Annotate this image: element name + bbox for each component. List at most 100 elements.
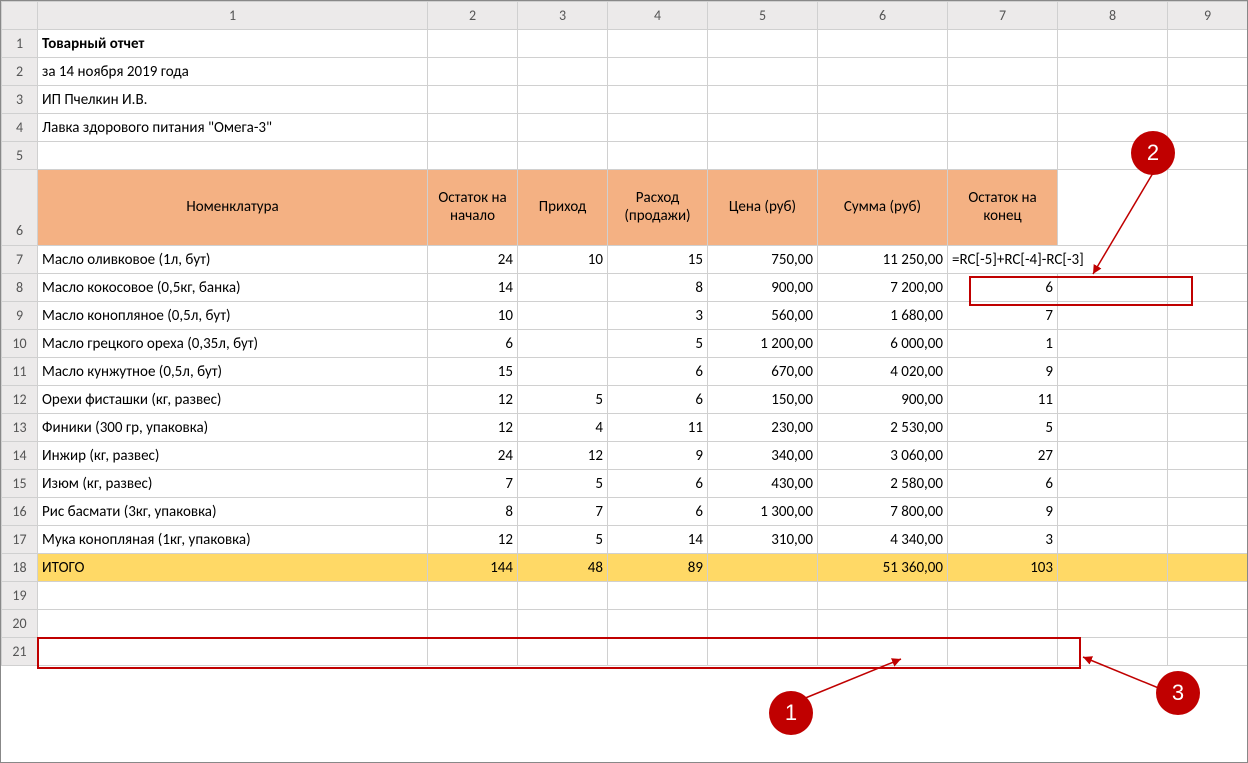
cell[interactable]	[948, 638, 1058, 666]
cell[interactable]: 9	[608, 442, 708, 470]
cell[interactable]: 6	[608, 358, 708, 386]
cell[interactable]: 15	[608, 246, 708, 274]
cell[interactable]: 1 200,00	[708, 330, 818, 358]
cell[interactable]	[1058, 610, 1168, 638]
cell[interactable]	[1168, 610, 1248, 638]
cell[interactable]: 900,00	[708, 274, 818, 302]
col-header[interactable]: 3	[518, 2, 608, 30]
cell[interactable]	[428, 142, 518, 170]
cell[interactable]: Масло оливковое (1л, бут)	[38, 246, 428, 274]
cell[interactable]	[1058, 498, 1168, 526]
row-header[interactable]: 17	[2, 526, 38, 554]
cell[interactable]	[1168, 142, 1248, 170]
cell[interactable]	[1168, 274, 1248, 302]
cell[interactable]	[1168, 114, 1248, 142]
cell[interactable]: 1 300,00	[708, 498, 818, 526]
cell[interactable]	[708, 142, 818, 170]
cell[interactable]: 5	[608, 330, 708, 358]
cell[interactable]	[1168, 246, 1248, 274]
cell[interactable]	[1058, 414, 1168, 442]
cell[interactable]: 7	[518, 498, 608, 526]
cell[interactable]	[38, 610, 428, 638]
cell[interactable]	[1168, 442, 1248, 470]
cell[interactable]: ИТОГО	[38, 554, 428, 582]
cell[interactable]	[1058, 442, 1168, 470]
cell[interactable]	[38, 638, 428, 666]
cell[interactable]: 103	[948, 554, 1058, 582]
cell[interactable]: 4 020,00	[818, 358, 948, 386]
row-header[interactable]: 4	[2, 114, 38, 142]
column-title[interactable]: Номенклатура	[38, 170, 428, 246]
cell[interactable]: =RC[-5]+RC[-4]-RC[-3]	[948, 246, 1168, 274]
cell[interactable]	[38, 142, 428, 170]
cell[interactable]: 3	[948, 526, 1058, 554]
cell[interactable]: 900,00	[818, 386, 948, 414]
cell[interactable]	[948, 114, 1058, 142]
cell[interactable]	[428, 86, 518, 114]
cell[interactable]: Масло конопляное (0,5л, бут)	[38, 302, 428, 330]
cell[interactable]	[948, 610, 1058, 638]
cell[interactable]	[708, 58, 818, 86]
cell[interactable]	[708, 30, 818, 58]
column-title[interactable]: Расход (продажи)	[608, 170, 708, 246]
cell[interactable]	[608, 114, 708, 142]
cell[interactable]: 12	[428, 386, 518, 414]
cell[interactable]	[708, 86, 818, 114]
cell[interactable]: 150,00	[708, 386, 818, 414]
cell[interactable]: 5	[518, 526, 608, 554]
cell[interactable]	[818, 30, 948, 58]
cell[interactable]	[818, 610, 948, 638]
cell[interactable]	[1058, 470, 1168, 498]
cell[interactable]	[1058, 170, 1168, 246]
cell[interactable]	[428, 30, 518, 58]
row-header[interactable]: 21	[2, 638, 38, 666]
row-header[interactable]: 19	[2, 582, 38, 610]
cell[interactable]	[818, 142, 948, 170]
cell[interactable]	[708, 638, 818, 666]
cell[interactable]	[1168, 638, 1248, 666]
cell[interactable]: 1	[948, 330, 1058, 358]
cell[interactable]: 15	[428, 358, 518, 386]
cell[interactable]	[1058, 386, 1168, 414]
cell[interactable]: Лавка здорового питания "Омега-3"	[38, 114, 428, 142]
cell[interactable]	[1058, 30, 1168, 58]
cell[interactable]	[818, 638, 948, 666]
cell[interactable]	[708, 554, 818, 582]
cell[interactable]	[818, 114, 948, 142]
cell[interactable]	[708, 610, 818, 638]
cell[interactable]: 10	[428, 302, 518, 330]
row-header[interactable]: 3	[2, 86, 38, 114]
cell[interactable]: Изюм (кг, развес)	[38, 470, 428, 498]
cell[interactable]	[948, 58, 1058, 86]
cell[interactable]	[428, 638, 518, 666]
cell[interactable]: 2 530,00	[818, 414, 948, 442]
cell[interactable]	[608, 610, 708, 638]
cell[interactable]	[1058, 58, 1168, 86]
cell[interactable]: 5	[518, 386, 608, 414]
cell[interactable]	[818, 582, 948, 610]
cell[interactable]: Мука конопляная (1кг, упаковка)	[38, 526, 428, 554]
row-header[interactable]: 12	[2, 386, 38, 414]
row-header[interactable]: 16	[2, 498, 38, 526]
cell[interactable]: 11 250,00	[818, 246, 948, 274]
cell[interactable]: 24	[428, 246, 518, 274]
cell[interactable]	[1168, 470, 1248, 498]
cell[interactable]: 4 340,00	[818, 526, 948, 554]
cell[interactable]: 5	[518, 470, 608, 498]
cell[interactable]	[518, 58, 608, 86]
cell[interactable]: 310,00	[708, 526, 818, 554]
cell[interactable]	[518, 274, 608, 302]
col-header[interactable]: 8	[1058, 2, 1168, 30]
corner-cell[interactable]	[2, 2, 38, 30]
cell[interactable]: 3 060,00	[818, 442, 948, 470]
row-header[interactable]: 18	[2, 554, 38, 582]
cell[interactable]: 7 200,00	[818, 274, 948, 302]
cell[interactable]: 6	[608, 498, 708, 526]
cell[interactable]	[1168, 386, 1248, 414]
cell[interactable]	[428, 582, 518, 610]
column-title[interactable]: Сумма (руб)	[818, 170, 948, 246]
cell[interactable]: 12	[428, 414, 518, 442]
cell[interactable]	[1058, 358, 1168, 386]
cell[interactable]	[608, 582, 708, 610]
cell[interactable]: 14	[428, 274, 518, 302]
